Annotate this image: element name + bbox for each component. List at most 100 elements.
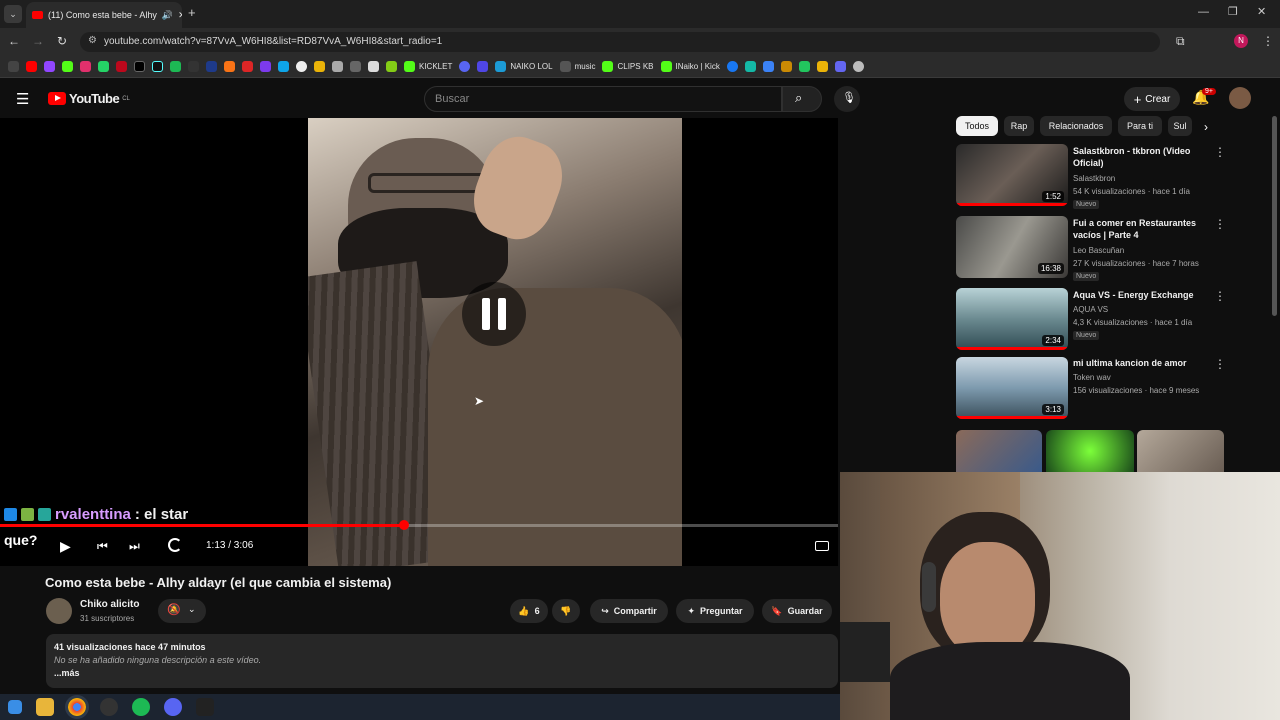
play-icon[interactable]: ▶	[60, 538, 71, 555]
bookmark-facebook-icon[interactable]	[726, 61, 738, 72]
chip-todos[interactable]: Todos	[956, 116, 998, 136]
bookmark-naiko-lol[interactable]: NAIKO LOL	[495, 61, 553, 72]
rec-channel[interactable]: Salastkbron	[1073, 172, 1115, 185]
bookmark-twitch-icon[interactable]	[44, 61, 55, 72]
shorts-thumbnail-1[interactable]	[956, 430, 1042, 472]
bookmark-instagram-icon[interactable]	[80, 61, 91, 72]
hamburger-menu-icon[interactable]: ☰	[16, 90, 29, 108]
rec-thumbnail-1[interactable]: 1:52	[956, 144, 1068, 206]
chevron-right-icon[interactable]: ›	[1204, 120, 1208, 134]
notification-bell-button[interactable]: 🔕 ⌄	[158, 599, 206, 623]
reload-icon[interactable]: ↻	[57, 34, 67, 48]
rec-channel[interactable]: Token wav	[1073, 371, 1111, 384]
bookmark-diamond-icon[interactable]	[368, 61, 379, 72]
bookmark-s-icon[interactable]	[188, 61, 199, 72]
shorts-thumbnail-2[interactable]	[1046, 430, 1134, 472]
channel-avatar[interactable]	[46, 598, 72, 624]
bookmark-kick-icon[interactable]	[62, 61, 73, 72]
bookmark-orange-icon[interactable]	[224, 61, 235, 72]
windows-start-icon[interactable]	[8, 700, 22, 714]
bookmark-inaiko-kick[interactable]: INaiko | Kick	[660, 61, 720, 72]
extensions-icon[interactable]: ⧉	[1176, 34, 1185, 49]
dislike-button[interactable]: 👎	[552, 599, 580, 623]
file-explorer-icon[interactable]	[36, 698, 54, 716]
rec-menu-icon[interactable]: ⋮	[1214, 217, 1226, 231]
bookmark-music[interactable]: music	[559, 61, 595, 72]
share-button[interactable]: ↪ Compartir	[590, 599, 668, 623]
rec-title[interactable]: Aqua VS - Energy Exchange	[1073, 289, 1203, 301]
channel-name[interactable]: Chiko alicito	[80, 599, 139, 610]
create-button[interactable]: + Crear	[1124, 87, 1180, 111]
rec-title[interactable]: Fui a comer en Restaurantes vacíos | Par…	[1073, 217, 1203, 241]
bookmark-lime-icon[interactable]	[798, 61, 810, 72]
site-info-icon[interactable]: ⚙	[88, 35, 97, 46]
bookmark-gray-icon[interactable]	[350, 61, 361, 72]
apps-grid-icon[interactable]	[8, 61, 19, 72]
forward-icon[interactable]: →	[32, 34, 44, 48]
shorts-thumbnail-3[interactable]	[1137, 430, 1224, 472]
description-box[interactable]: 41 visualizaciones hace 47 minutos No se…	[46, 634, 838, 688]
maximize-button[interactable]: ❐	[1228, 5, 1238, 18]
rec-channel[interactable]: AQUA VS	[1073, 303, 1108, 316]
rec-thumbnail-4[interactable]: 3:13	[956, 357, 1068, 419]
bookmark-teal-icon[interactable]	[744, 61, 756, 72]
audio-icon[interactable]: 🔊	[162, 10, 173, 21]
bookmark-swirl-icon[interactable]	[834, 61, 846, 72]
bookmark-chrome-icon[interactable]	[296, 61, 307, 72]
more-link[interactable]: ...más	[54, 668, 830, 678]
bookmark-purple-icon[interactable]	[260, 61, 271, 72]
minimize-button[interactable]: —	[1198, 6, 1209, 18]
bookmark-blue-icon[interactable]	[206, 61, 217, 72]
chip-rap[interactable]: Rap	[1004, 116, 1034, 136]
volume-icon[interactable]	[168, 538, 182, 552]
page-scrollbar[interactable]	[1272, 116, 1277, 316]
chat-username[interactable]: rvalenttina	[55, 506, 131, 523]
bookmark-u-icon[interactable]	[816, 61, 828, 72]
rec-menu-icon[interactable]: ⋮	[1214, 357, 1226, 371]
rec-thumbnail-3[interactable]: 2:34	[956, 288, 1068, 350]
new-tab-button[interactable]: +	[188, 5, 196, 20]
bookmark-b-icon[interactable]	[780, 61, 792, 72]
bookmark-spotify-icon[interactable]	[170, 61, 181, 72]
browser-menu-icon[interactable]: ⋮	[1262, 34, 1274, 48]
tab-close-icon[interactable]: ✕	[178, 10, 182, 21]
previous-icon[interactable]: ⏮	[97, 539, 108, 554]
bookmark-yellow-icon[interactable]	[314, 61, 325, 72]
back-icon[interactable]: ←	[8, 34, 20, 48]
subtitles-icon[interactable]	[815, 541, 829, 551]
bookmark-youtube-icon[interactable]	[26, 61, 37, 72]
chip-para-ti[interactable]: Para ti	[1118, 116, 1162, 136]
save-button[interactable]: 🔖 Guardar	[762, 599, 832, 623]
tab-active[interactable]: (11) Como esta bebe - Alhy 🔊 ✕	[26, 2, 182, 28]
chrome-icon[interactable]	[65, 695, 89, 719]
bookmark-discord-icon[interactable]	[459, 61, 471, 72]
bookmark-pinterest-icon[interactable]	[116, 61, 127, 72]
bookmark-red-icon[interactable]	[242, 61, 253, 72]
bookmark-cat-icon[interactable]	[332, 61, 343, 72]
chip-relacionados[interactable]: Relacionados	[1040, 116, 1112, 136]
youtube-logo[interactable]: YouTube CL	[48, 91, 130, 106]
bookmark-shield-icon[interactable]	[477, 61, 489, 72]
profile-avatar[interactable]: N	[1234, 34, 1248, 48]
bookmark-circle-icon[interactable]	[852, 61, 864, 72]
bookmark-green-icon[interactable]	[386, 61, 397, 72]
bookmark-search-icon[interactable]	[278, 61, 289, 72]
rec-menu-icon[interactable]: ⋮	[1214, 145, 1226, 159]
voice-search-button[interactable]: 🎙	[834, 86, 860, 112]
bookmark-clips-kb[interactable]: CLIPS KB	[602, 61, 654, 72]
bookmark-whatsapp-icon[interactable]	[98, 61, 109, 72]
chip-sul[interactable]: Sul	[1168, 116, 1192, 136]
address-bar[interactable]: ⚙ youtube.com/watch?v=87VvA_W6HI8&list=R…	[80, 32, 1160, 52]
rec-thumbnail-2[interactable]: 16:38	[956, 216, 1068, 278]
like-button[interactable]: 👍 6	[510, 599, 548, 623]
close-window-button[interactable]: ✕	[1257, 5, 1266, 18]
obs-icon[interactable]	[100, 698, 118, 716]
next-icon[interactable]: ⏭	[129, 539, 140, 554]
progress-scrubber[interactable]	[399, 520, 409, 530]
bookmark-kicklet[interactable]: KICKLET	[404, 61, 452, 72]
bookmark-photo-icon[interactable]	[762, 61, 774, 72]
search-input[interactable]: Buscar	[424, 86, 782, 112]
account-avatar[interactable]	[1229, 87, 1251, 109]
spotify-icon[interactable]	[132, 698, 150, 716]
rec-title[interactable]: mi ultima kancion de amor	[1073, 357, 1203, 369]
